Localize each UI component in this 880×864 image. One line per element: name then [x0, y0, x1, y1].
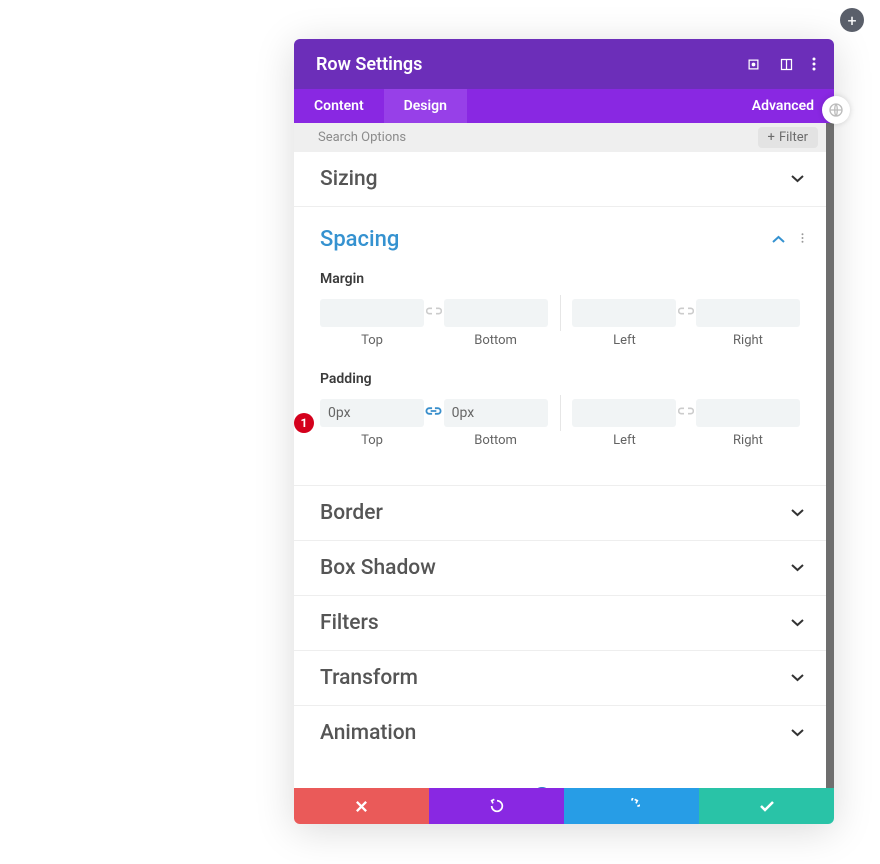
section-title-sizing: Sizing	[320, 167, 378, 191]
link-icon[interactable]	[676, 405, 696, 441]
discard-button[interactable]	[294, 788, 429, 824]
help-row[interactable]: ? Help	[294, 760, 826, 788]
modal-header: Row Settings	[294, 39, 834, 89]
section-animation[interactable]: Animation	[294, 706, 826, 760]
undo-button[interactable]	[429, 788, 564, 824]
snap-icon[interactable]	[779, 57, 794, 72]
filter-button[interactable]: + Filter	[758, 127, 818, 148]
panel-body[interactable]: Search Options + Filter Sizing Spacing	[294, 123, 826, 788]
add-button[interactable]: +	[840, 8, 864, 32]
padding-bottom-sublabel: Bottom	[474, 433, 517, 448]
redo-button[interactable]	[564, 788, 699, 824]
tab-advanced[interactable]: Advanced	[732, 89, 834, 123]
separator	[560, 295, 561, 331]
section-title-animation: Animation	[320, 721, 416, 745]
tab-bar: Content Design Advanced	[294, 89, 834, 123]
expand-icon[interactable]	[746, 57, 761, 72]
filter-plus-icon: +	[768, 130, 775, 145]
globe-icon	[828, 102, 844, 118]
check-icon	[759, 800, 775, 812]
link-icon[interactable]	[424, 305, 444, 341]
section-options-icon[interactable]	[801, 230, 804, 249]
chevron-down-icon	[791, 729, 804, 737]
tab-design[interactable]: Design	[384, 89, 467, 123]
section-border[interactable]: Border	[294, 486, 826, 540]
options-toolbar: Search Options + Filter	[294, 123, 826, 152]
section-title-filters: Filters	[320, 611, 379, 635]
section-sizing[interactable]: Sizing	[294, 152, 826, 206]
close-icon	[355, 800, 368, 813]
section-transform[interactable]: Transform	[294, 651, 826, 705]
section-box-shadow[interactable]: Box Shadow	[294, 541, 826, 595]
chevron-down-icon	[791, 564, 804, 572]
spacing-body: Margin Top Bottom	[294, 271, 826, 485]
section-title-border: Border	[320, 501, 383, 525]
chevron-down-icon	[791, 619, 804, 627]
filter-label: Filter	[779, 130, 808, 145]
margin-top-input[interactable]	[320, 299, 424, 327]
margin-left-input[interactable]	[572, 299, 676, 327]
plus-icon: +	[847, 11, 856, 30]
section-title-transform: Transform	[320, 666, 418, 690]
modal-title: Row Settings	[316, 54, 422, 75]
padding-left-sublabel: Left	[613, 433, 636, 448]
callout-badge: 1	[294, 413, 314, 433]
margin-right-input[interactable]	[696, 299, 800, 327]
section-filters[interactable]: Filters	[294, 596, 826, 650]
footer	[294, 788, 834, 824]
link-icon[interactable]	[676, 305, 696, 341]
chevron-down-icon	[791, 509, 804, 517]
link-icon-active[interactable]	[424, 405, 444, 441]
search-options-label[interactable]: Search Options	[318, 130, 406, 145]
redo-icon	[624, 798, 640, 814]
padding-row: 1 Top Bottom	[320, 395, 800, 451]
padding-top-input[interactable]	[320, 399, 424, 427]
scrollbar[interactable]	[826, 123, 834, 788]
margin-bottom-input[interactable]	[444, 299, 548, 327]
side-global-button[interactable]	[822, 96, 850, 124]
margin-row: Top Bottom Left	[320, 295, 800, 351]
padding-right-input[interactable]	[696, 399, 800, 427]
chevron-down-icon	[791, 674, 804, 682]
padding-right-sublabel: Right	[733, 433, 763, 448]
chevron-down-icon	[791, 175, 804, 183]
margin-label: Margin	[320, 271, 800, 287]
header-actions	[746, 57, 816, 72]
more-options-icon[interactable]	[812, 57, 816, 71]
margin-left-sublabel: Left	[613, 333, 636, 348]
tab-content[interactable]: Content	[294, 89, 384, 123]
section-title-box-shadow: Box Shadow	[320, 556, 436, 580]
section-spacing[interactable]: Spacing	[294, 207, 826, 271]
padding-bottom-input[interactable]	[444, 399, 548, 427]
margin-right-sublabel: Right	[733, 333, 763, 348]
row-settings-modal: Row Settings Content Design Advanced Sea…	[294, 39, 834, 824]
padding-top-sublabel: Top	[361, 433, 383, 448]
margin-top-sublabel: Top	[361, 333, 383, 348]
padding-label: Padding	[320, 371, 800, 387]
section-title-spacing: Spacing	[320, 227, 399, 252]
save-button[interactable]	[699, 788, 834, 824]
separator	[560, 395, 561, 431]
undo-icon	[489, 798, 505, 814]
margin-bottom-sublabel: Bottom	[474, 333, 517, 348]
chevron-up-icon	[772, 235, 785, 243]
padding-left-input[interactable]	[572, 399, 676, 427]
